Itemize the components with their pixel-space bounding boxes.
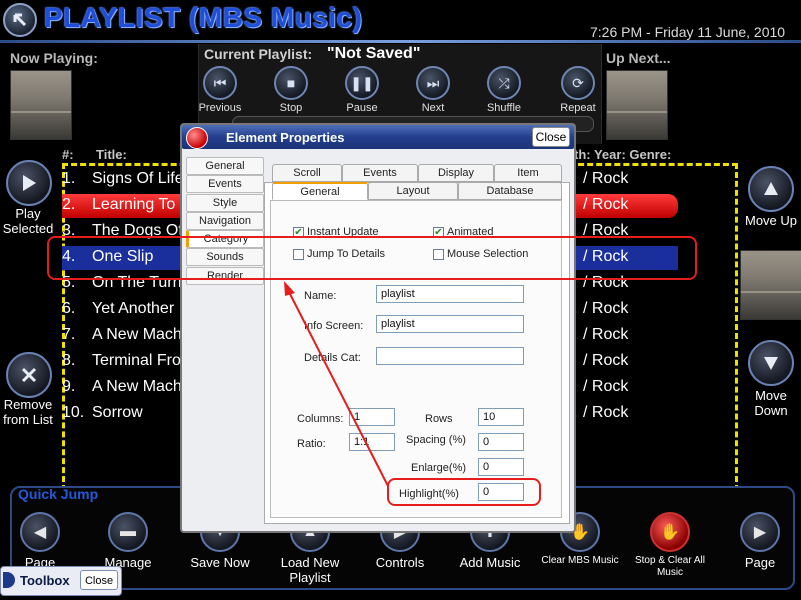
annotation-arrow-icon [284, 281, 389, 487]
